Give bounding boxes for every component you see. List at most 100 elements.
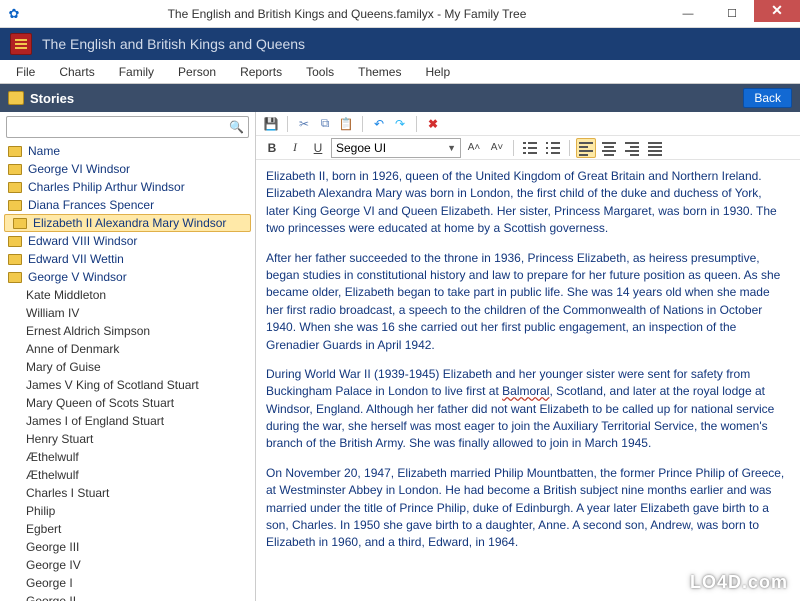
tree-item-label: Anne of Denmark bbox=[26, 341, 119, 357]
tree-item-label: Diana Frances Spencer bbox=[28, 197, 154, 213]
tree-item-label: James V King of Scotland Stuart bbox=[26, 377, 199, 393]
tree-item[interactable]: Mary of Guise bbox=[0, 358, 255, 376]
tree-item[interactable]: George V Windsor bbox=[0, 268, 255, 286]
undo-button[interactable]: ↶ bbox=[370, 115, 388, 133]
tree-item[interactable]: George IV bbox=[0, 556, 255, 574]
tree-item[interactable]: Philip bbox=[0, 502, 255, 520]
tree-item[interactable]: Mary Queen of Scots Stuart bbox=[0, 394, 255, 412]
underline-button[interactable]: U bbox=[308, 138, 328, 158]
tree-item-label: Henry Stuart bbox=[26, 431, 93, 447]
section-header: Stories Back bbox=[0, 84, 800, 112]
story-content[interactable]: Elizabeth II, born in 1926, queen of the… bbox=[256, 160, 800, 601]
tree-item[interactable]: Ernest Aldrich Simpson bbox=[0, 322, 255, 340]
tree-item[interactable]: Charles I Stuart bbox=[0, 484, 255, 502]
menu-person[interactable]: Person bbox=[168, 63, 226, 81]
maximize-button[interactable]: ☐ bbox=[710, 3, 754, 25]
menu-reports[interactable]: Reports bbox=[230, 63, 292, 81]
copy-button[interactable]: ⧉ bbox=[316, 115, 334, 133]
tree-item-label: Egbert bbox=[26, 521, 61, 537]
align-right-button[interactable] bbox=[622, 138, 642, 158]
search-icon[interactable]: 🔍 bbox=[229, 120, 244, 134]
paragraph: After her father succeeded to the throne… bbox=[266, 250, 786, 354]
menu-file[interactable]: File bbox=[6, 63, 45, 81]
tree-item[interactable]: William IV bbox=[0, 304, 255, 322]
menu-help[interactable]: Help bbox=[415, 63, 460, 81]
tree-item[interactable]: Name bbox=[0, 142, 255, 160]
back-button[interactable]: Back bbox=[743, 88, 792, 108]
tree-item[interactable]: Kate Middleton bbox=[0, 286, 255, 304]
tree-item-label: Elizabeth II Alexandra Mary Windsor bbox=[33, 215, 226, 231]
format-toolbar: B I U Segoe UI ▼ A˄ A˅ bbox=[256, 136, 800, 160]
tree-item[interactable]: George III bbox=[0, 538, 255, 556]
tree-item[interactable]: Charles Philip Arthur Windsor bbox=[0, 178, 255, 196]
toolbar-separator bbox=[416, 116, 417, 132]
menu-family[interactable]: Family bbox=[109, 63, 164, 81]
editor-toolbar: 💾 ✂ ⧉ 📋 ↶ ↷ ✖ bbox=[256, 112, 800, 136]
bullet-list-button[interactable] bbox=[520, 138, 540, 158]
paragraph: On November 20, 1947, Elizabeth married … bbox=[266, 465, 786, 552]
search-input[interactable] bbox=[11, 120, 229, 134]
redo-button[interactable]: ↷ bbox=[391, 115, 409, 133]
tree-item-label: George IV bbox=[26, 557, 81, 573]
tree-item-label: Charles Philip Arthur Windsor bbox=[28, 179, 185, 195]
search-box[interactable]: 🔍 bbox=[6, 116, 249, 138]
folder-icon bbox=[8, 164, 22, 175]
tree-item[interactable]: Æthelwulf bbox=[0, 466, 255, 484]
tree-item[interactable]: Edward VIII Windsor bbox=[0, 232, 255, 250]
minimize-button[interactable]: — bbox=[666, 3, 710, 25]
chevron-down-icon: ▼ bbox=[447, 143, 456, 153]
tree-item-label: James I of England Stuart bbox=[26, 413, 164, 429]
font-increase-button[interactable]: A˄ bbox=[464, 138, 484, 158]
folder-icon bbox=[8, 146, 22, 157]
tree-item[interactable]: Henry Stuart bbox=[0, 430, 255, 448]
bold-button[interactable]: B bbox=[262, 138, 282, 158]
paragraph: During World War II (1939-1945) Elizabet… bbox=[266, 366, 786, 453]
folder-icon bbox=[8, 236, 22, 247]
tree-item-label: Æthelwulf bbox=[26, 449, 79, 465]
font-select[interactable]: Segoe UI ▼ bbox=[331, 138, 461, 158]
tree-item-label: Edward VII Wettin bbox=[28, 251, 124, 267]
tree-item[interactable]: Diana Frances Spencer bbox=[0, 196, 255, 214]
align-justify-button[interactable] bbox=[645, 138, 665, 158]
tree-item[interactable]: Elizabeth II Alexandra Mary Windsor bbox=[4, 214, 251, 232]
tree-item[interactable]: Anne of Denmark bbox=[0, 340, 255, 358]
tree-item[interactable]: James V King of Scotland Stuart bbox=[0, 376, 255, 394]
tree-item-label: George VI Windsor bbox=[28, 161, 130, 177]
tree-item-label: William IV bbox=[26, 305, 79, 321]
toolbar-separator bbox=[287, 116, 288, 132]
spelling-error: Balmoral bbox=[502, 384, 549, 398]
delete-button[interactable]: ✖ bbox=[424, 115, 442, 133]
paragraph: Elizabeth II, born in 1926, queen of the… bbox=[266, 168, 786, 238]
tree-item-label: George I bbox=[26, 575, 73, 591]
italic-button[interactable]: I bbox=[285, 138, 305, 158]
tree-item[interactable]: Edward VII Wettin bbox=[0, 250, 255, 268]
tree-item[interactable]: George II bbox=[0, 592, 255, 601]
tree-item-label: George II bbox=[26, 593, 76, 601]
tree-item-label: Ernest Aldrich Simpson bbox=[26, 323, 150, 339]
align-left-button[interactable] bbox=[576, 138, 596, 158]
family-title: The English and British Kings and Queens bbox=[42, 36, 305, 52]
tree-item[interactable]: George VI Windsor bbox=[0, 160, 255, 178]
menu-themes[interactable]: Themes bbox=[348, 63, 411, 81]
person-tree[interactable]: NameGeorge VI Windsor Charles Philip Arth… bbox=[0, 142, 255, 601]
close-button[interactable]: ✕ bbox=[754, 0, 800, 22]
toolbar-separator bbox=[569, 140, 570, 156]
app-icon: ✿ bbox=[0, 6, 28, 22]
stories-icon bbox=[8, 91, 24, 105]
save-button[interactable]: 💾 bbox=[262, 115, 280, 133]
tree-item[interactable]: Æthelwulf bbox=[0, 448, 255, 466]
folder-icon bbox=[8, 182, 22, 193]
align-center-button[interactable] bbox=[599, 138, 619, 158]
menu-bar: File Charts Family Person Reports Tools … bbox=[0, 60, 800, 84]
tree-item[interactable]: George I bbox=[0, 574, 255, 592]
app-header: The English and British Kings and Queens bbox=[0, 28, 800, 60]
menu-tools[interactable]: Tools bbox=[296, 63, 344, 81]
cut-button[interactable]: ✂ bbox=[295, 115, 313, 133]
tree-item[interactable]: James I of England Stuart bbox=[0, 412, 255, 430]
menu-charts[interactable]: Charts bbox=[49, 63, 104, 81]
font-decrease-button[interactable]: A˅ bbox=[487, 138, 507, 158]
font-name-label: Segoe UI bbox=[336, 141, 386, 155]
paste-button[interactable]: 📋 bbox=[337, 115, 355, 133]
tree-item[interactable]: Egbert bbox=[0, 520, 255, 538]
number-list-button[interactable] bbox=[543, 138, 563, 158]
